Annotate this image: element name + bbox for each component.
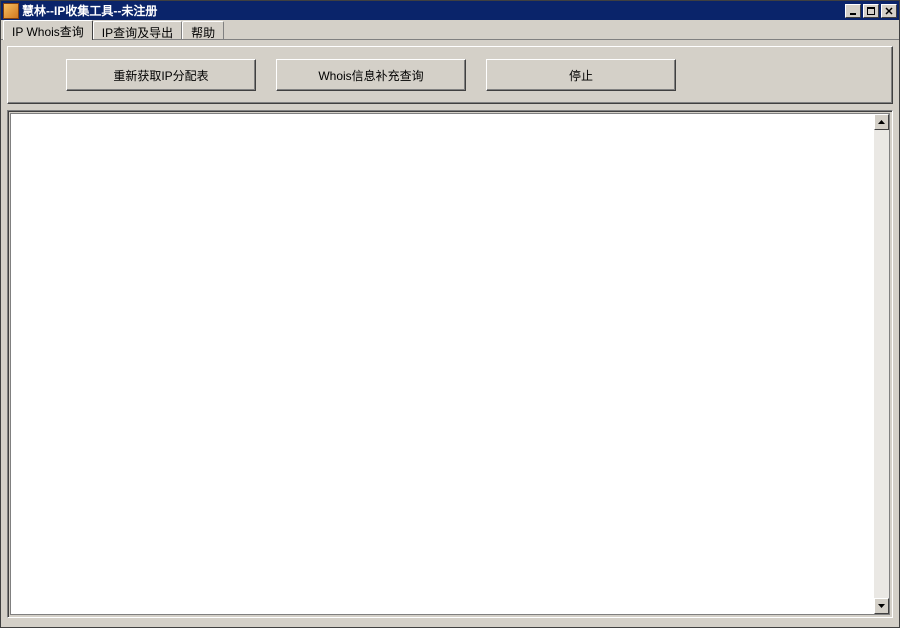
tab-ip-query-export[interactable]: IP查询及导出 <box>93 21 182 39</box>
scroll-down-button[interactable] <box>874 598 889 614</box>
scroll-up-button[interactable] <box>874 114 889 130</box>
maximize-button[interactable] <box>863 4 879 18</box>
window-controls <box>843 4 897 18</box>
button-label: 停止 <box>569 67 593 84</box>
tab-label: IP查询及导出 <box>102 26 173 40</box>
scroll-track[interactable] <box>874 130 889 598</box>
toolbar-panel: 重新获取IP分配表 Whois信息补充查询 停止 <box>7 46 893 104</box>
refetch-ip-button[interactable]: 重新获取IP分配表 <box>66 59 256 91</box>
content-area[interactable] <box>10 113 874 615</box>
tab-label: 帮助 <box>191 26 215 40</box>
button-label: 重新获取IP分配表 <box>113 67 208 84</box>
stop-button[interactable]: 停止 <box>486 59 676 91</box>
window-title: 慧林--IP收集工具--未注册 <box>22 2 843 19</box>
button-label: Whois信息补充查询 <box>318 67 423 84</box>
tab-label: IP Whois查询 <box>12 25 84 39</box>
tab-ip-whois-query[interactable]: IP Whois查询 <box>3 20 93 40</box>
app-icon <box>3 3 19 19</box>
close-button[interactable] <box>881 4 897 18</box>
content-panel <box>7 110 893 618</box>
vertical-scrollbar[interactable] <box>874 113 890 615</box>
title-bar: 慧林--IP收集工具--未注册 <box>1 1 899 20</box>
tab-strip: IP Whois查询 IP查询及导出 帮助 <box>1 20 899 40</box>
tab-help[interactable]: 帮助 <box>182 21 224 39</box>
minimize-button[interactable] <box>845 4 861 18</box>
whois-supplement-button[interactable]: Whois信息补充查询 <box>276 59 466 91</box>
